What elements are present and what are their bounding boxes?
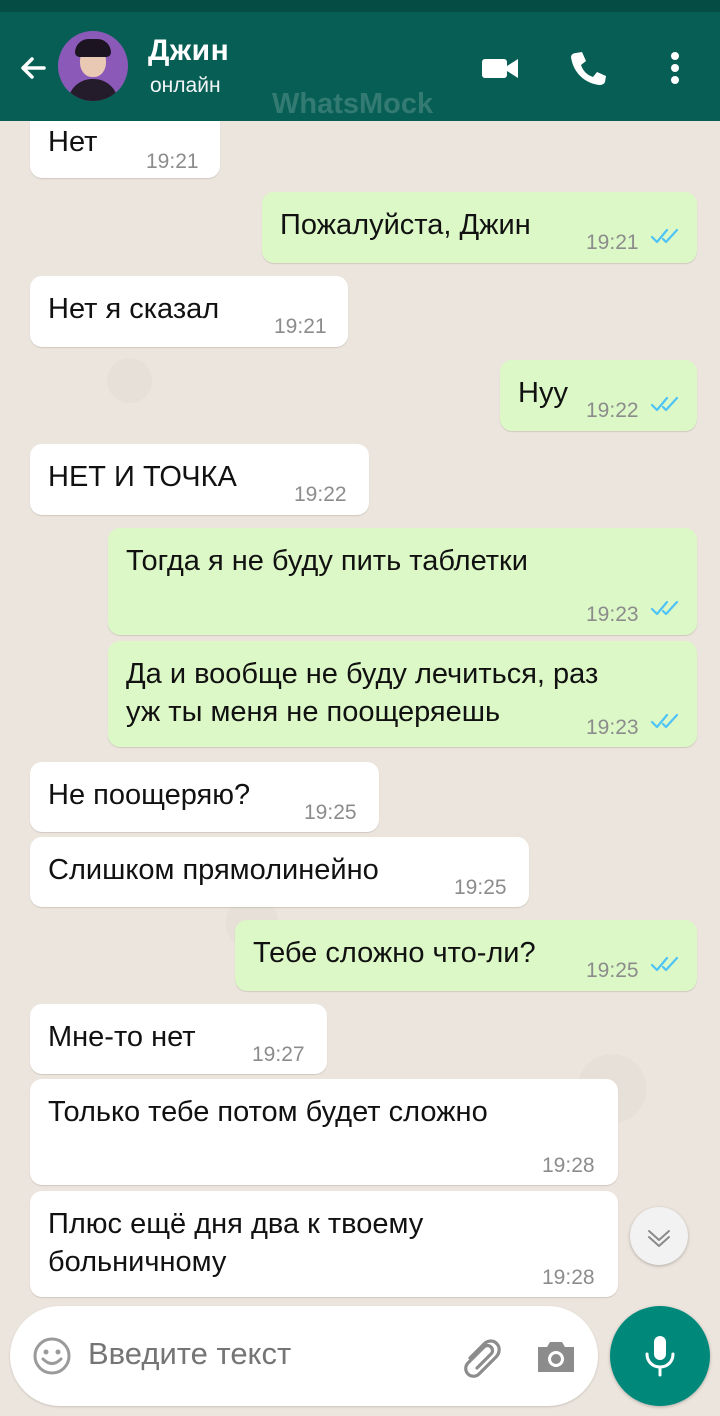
message-time: 19:21 [146,150,199,173]
message-time: 19:25 [454,876,507,899]
emoji-icon[interactable] [32,1336,72,1376]
chevron-down-icon [648,1230,670,1247]
mic-button[interactable] [610,1306,710,1406]
contact-name[interactable]: Джин [148,34,229,68]
message-text: Тебе сложно что-ли? [253,937,536,969]
mic-icon [645,1336,675,1377]
read-receipt-icon [650,396,679,412]
message-text: Не поощеряю? [48,779,251,811]
scroll-to-bottom-button[interactable] [630,1207,688,1265]
message-bubble[interactable]: Нет я сказал 19:21 [30,276,348,347]
read-receipt-icon [650,600,679,616]
message-bubble[interactable]: Пожалуйста, Джин 19:21 [262,192,697,263]
message-bubble[interactable]: Нуу 19:22 [500,360,697,431]
message-bubble[interactable]: НЕТ И ТОЧКА 19:22 [30,444,369,515]
message-text: Нет [48,126,98,158]
message-text: Только тебе потом будет сложно [48,1096,488,1128]
message-time: 19:23 [586,603,639,626]
chat-area[interactable]: Нет 19:21 Пожалуйста, Джин 19:21 Нет я с… [0,121,720,1301]
message-text: НЕТ И ТОЧКА [48,461,237,493]
message-time: 19:23 [586,716,639,739]
message-bubble[interactable]: Только тебе потом будет сложно 19:28 [30,1079,618,1185]
message-text: Плюс ещё дня два к твоему больничному [48,1208,424,1278]
contact-status: онлайн [150,74,221,97]
message-time: 19:28 [542,1266,595,1289]
message-text: Да и вообще не буду лечиться, раз уж ты … [126,658,599,728]
message-text: Нет я сказал [48,293,220,325]
message-time: 19:25 [586,959,639,982]
video-icon[interactable] [478,48,522,88]
message-composer [10,1306,598,1406]
attach-icon[interactable] [456,1332,504,1380]
read-receipt-icon [650,713,679,729]
message-time: 19:22 [294,483,347,506]
message-text: Тогда я не буду пить таблетки [126,545,528,577]
status-bar [0,0,720,12]
avatar[interactable] [58,31,128,101]
message-time: 19:21 [274,315,327,338]
message-time: 19:25 [304,801,357,824]
message-text: Нуу [518,377,568,409]
message-bubble[interactable]: Тебе сложно что-ли? 19:25 [235,920,697,991]
message-time: 19:21 [586,231,639,254]
message-text: Мне-то нет [48,1021,196,1053]
message-bubble[interactable]: Слишком прямолинейно 19:25 [30,837,529,907]
message-bubble[interactable]: Плюс ещё дня два к твоему больничному 19… [30,1191,618,1297]
message-input[interactable] [88,1336,448,1372]
message-bubble[interactable]: Мне-то нет 19:27 [30,1004,327,1074]
more-vert-icon[interactable] [660,48,690,88]
watermark: WhatsMock [272,88,434,120]
message-bubble[interactable]: Да и вообще не буду лечиться, раз уж ты … [108,641,697,747]
message-bubble[interactable]: Не поощеряю? 19:25 [30,762,379,832]
read-receipt-icon [650,956,679,972]
back-arrow-icon[interactable] [14,48,54,88]
read-receipt-icon [650,228,679,244]
message-bubble[interactable]: Тогда я не буду пить таблетки 19:23 [108,528,697,635]
message-time: 19:27 [252,1043,305,1066]
call-icon[interactable] [566,48,610,88]
message-text: Пожалуйста, Джин [280,209,531,241]
message-time: 19:28 [542,1154,595,1177]
message-bubble[interactable]: Нет 19:21 [30,121,220,178]
message-time: 19:22 [586,399,639,422]
camera-icon[interactable] [534,1336,578,1376]
message-text: Слишком прямолинейно [48,854,379,886]
chat-header: Джин онлайн WhatsMock [0,12,720,121]
